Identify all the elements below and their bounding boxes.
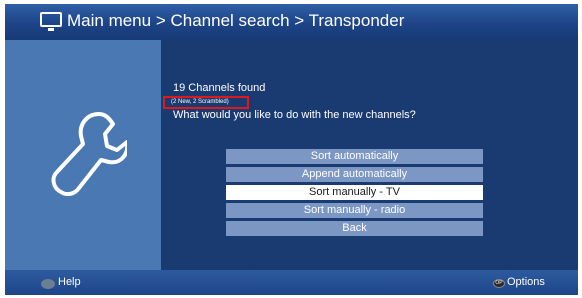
header-bar: Main menu > Channel search > Transponder — [5, 4, 578, 40]
option-sort-automatically[interactable]: Sort automatically — [226, 149, 483, 164]
option-back[interactable]: Back — [226, 221, 483, 236]
options-button-icon[interactable]: OP — [493, 279, 505, 288]
option-append-automatically[interactable]: Append automatically — [226, 167, 483, 182]
breadcrumb: Main menu > Channel search > Transponder — [67, 11, 405, 30]
question-text: What would you like to do with the new c… — [173, 109, 416, 121]
help-label[interactable]: Help — [58, 276, 81, 288]
tv-screen: Main menu > Channel search > Transponder… — [5, 4, 578, 295]
footer-bar: Help OP Options — [5, 270, 578, 295]
option-sort-manually-radio[interactable]: Sort manually - radio — [226, 203, 483, 218]
option-sort-manually-tv[interactable]: Sort manually - TV — [226, 185, 483, 200]
options-label[interactable]: Options — [507, 276, 545, 288]
content-panel: 19 Channels found (2 New, 2 Scrambled) W… — [161, 40, 578, 270]
left-panel — [5, 40, 161, 270]
channels-found-text: 19 Channels found — [173, 82, 266, 94]
scrambled-detail-text: (2 New, 2 Scrambled) — [163, 96, 249, 109]
help-button-icon[interactable] — [41, 279, 55, 289]
wrench-icon — [51, 112, 127, 197]
tv-icon — [40, 12, 62, 31]
